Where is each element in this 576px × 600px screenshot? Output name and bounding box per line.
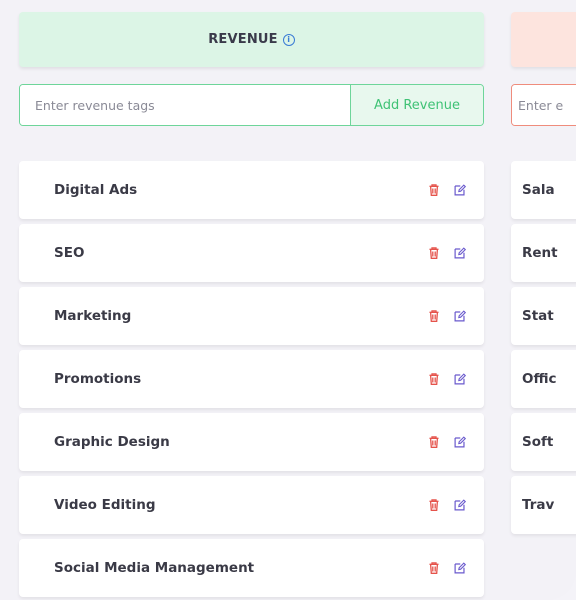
item-actions	[428, 247, 466, 260]
trash-icon[interactable]	[428, 562, 440, 575]
app-frame: REVENUE i Add Revenue Digital Ads	[0, 0, 576, 600]
trash-icon[interactable]	[428, 373, 440, 386]
list-item: Soft	[511, 413, 576, 471]
edit-icon[interactable]	[454, 499, 466, 512]
expense-column: Sala Rent Stat Offic Soft Trav	[511, 12, 576, 539]
item-label: Social Media Management	[54, 560, 255, 576]
item-actions	[428, 184, 466, 197]
revenue-column: REVENUE i Add Revenue Digital Ads	[19, 12, 484, 600]
revenue-list: Digital Ads SEO Marketing Promotions Gra…	[19, 161, 484, 597]
list-item: Stat	[511, 287, 576, 345]
item-label: Trav	[522, 497, 555, 513]
list-item: Video Editing	[19, 476, 484, 534]
expense-list: Sala Rent Stat Offic Soft Trav	[511, 161, 576, 534]
item-actions	[428, 310, 466, 323]
edit-icon[interactable]	[454, 373, 466, 386]
trash-icon[interactable]	[428, 310, 440, 323]
item-label: Sala	[522, 182, 555, 198]
item-label: Marketing	[54, 308, 132, 324]
list-item: Sala	[511, 161, 576, 219]
expense-input-group	[511, 84, 576, 126]
item-label: Offic	[522, 371, 557, 387]
list-item: Promotions	[19, 350, 484, 408]
revenue-input-group: Add Revenue	[19, 84, 484, 126]
item-actions	[428, 373, 466, 386]
revenue-tag-input[interactable]	[20, 85, 350, 125]
expense-header	[511, 12, 576, 67]
item-actions	[428, 499, 466, 512]
edit-icon[interactable]	[454, 310, 466, 323]
list-item: Marketing	[19, 287, 484, 345]
item-label: Rent	[522, 245, 558, 261]
revenue-header: REVENUE i	[19, 12, 484, 67]
info-icon[interactable]: i	[282, 33, 295, 46]
list-item: Social Media Management	[19, 539, 484, 597]
trash-icon[interactable]	[428, 184, 440, 197]
list-item: Trav	[511, 476, 576, 534]
trash-icon[interactable]	[428, 499, 440, 512]
list-item: SEO	[19, 224, 484, 282]
trash-icon[interactable]	[428, 436, 440, 449]
list-item: Digital Ads	[19, 161, 484, 219]
edit-icon[interactable]	[454, 247, 466, 260]
item-label: Graphic Design	[54, 434, 170, 450]
item-label: Promotions	[54, 371, 142, 387]
item-label: Stat	[522, 308, 554, 324]
item-actions	[428, 436, 466, 449]
item-label: Video Editing	[54, 497, 156, 513]
list-item: Graphic Design	[19, 413, 484, 471]
revenue-title: REVENUE	[208, 32, 278, 47]
item-label: Digital Ads	[54, 182, 138, 198]
item-actions	[428, 562, 466, 575]
edit-icon[interactable]	[454, 436, 466, 449]
trash-icon[interactable]	[428, 247, 440, 260]
item-label: Soft	[522, 434, 554, 450]
expense-tag-input[interactable]	[512, 85, 576, 125]
item-label: SEO	[54, 245, 85, 261]
add-revenue-button[interactable]: Add Revenue	[350, 85, 483, 125]
edit-icon[interactable]	[454, 562, 466, 575]
list-item: Rent	[511, 224, 576, 282]
edit-icon[interactable]	[454, 184, 466, 197]
list-item: Offic	[511, 350, 576, 408]
